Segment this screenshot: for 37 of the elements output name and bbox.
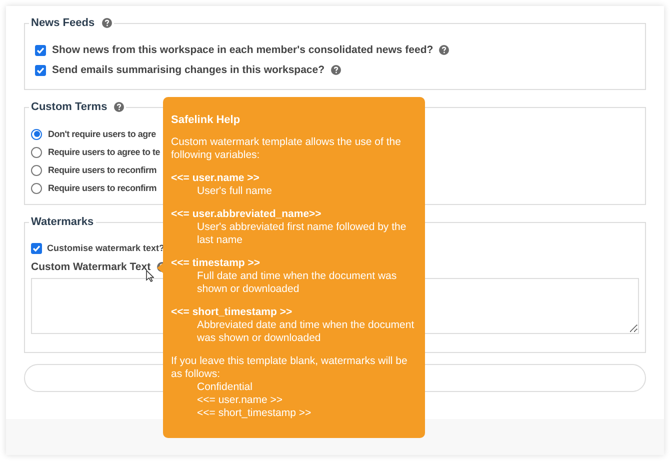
variable-description: User's full name [196,185,273,198]
section-legend: News Feeds [31,16,95,30]
variable-name: <<= user.name >> [171,172,260,185]
option-label: Don't require users to agre [48,128,156,140]
option-label: Show news from this workspace in each member's consolidated news feed? [52,44,434,56]
section-legend: Watermarks [31,215,94,229]
tooltip-title: Safelink Help [171,114,242,127]
option-label: Require users to reconfirm [48,182,157,194]
radio-button[interactable] [31,182,42,194]
option-label: Require users to reconfirm [48,164,157,176]
field-label: Custom Watermark Text [31,261,151,273]
radio-button[interactable] [31,146,42,158]
default-line: Confidential [196,381,254,394]
help-icon[interactable] [114,102,124,112]
tooltip-intro: Custom watermark template allows the use of the following variables: [171,136,402,162]
variable-description: Abbreviated date and time when the document was shown or downloaded [196,319,416,345]
variable-description: Full date and time when the document was shown or downloaded [196,270,398,296]
tooltip-footer: If you leave this template blank, watermarks will be as follows: [171,355,417,381]
variable-name: <<= user.abbreviated_name>> [171,208,322,221]
default-line: <<= short_timestamp >> [196,407,312,420]
checkbox[interactable] [35,64,46,76]
option-label: Send emails summarising changes in this workspace? [52,64,325,76]
help-icon[interactable] [439,45,450,55]
variable-name: <<= timestamp >> [171,257,262,270]
variable-name: <<= short_timestamp >> [171,306,294,319]
default-line: <<= user.name >> [196,394,284,407]
variable-description: User's abbreviated first name followed by the last name [196,221,408,247]
checkbox[interactable] [31,242,42,254]
option-label: Require users to agree to te [48,146,160,158]
option-label: Customise watermark text? [47,242,165,254]
radio-button[interactable] [31,128,42,140]
checkbox[interactable] [35,44,46,56]
help-icon[interactable] [330,65,341,75]
radio-button[interactable] [31,164,42,176]
help-icon[interactable] [102,18,112,28]
section-legend: Custom Terms [31,100,108,114]
cursor-icon [146,270,154,282]
